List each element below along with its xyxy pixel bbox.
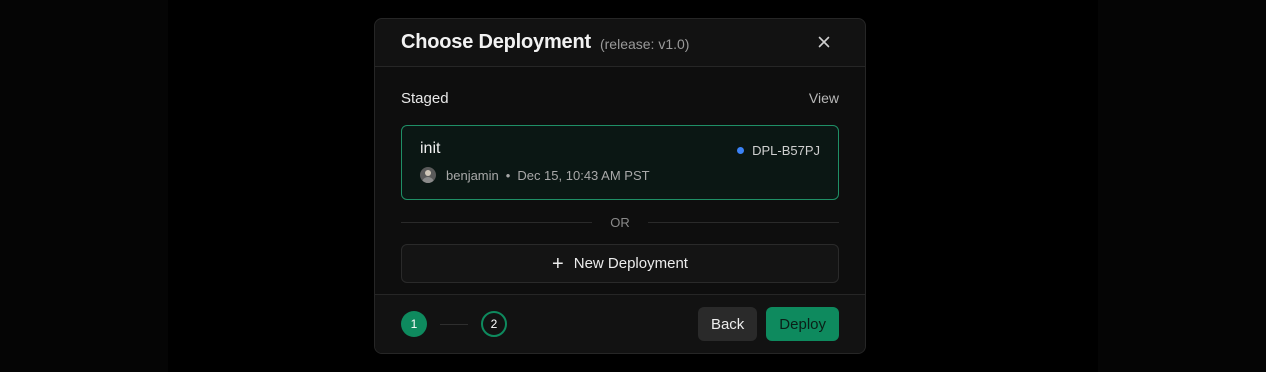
backdrop-left bbox=[0, 0, 168, 372]
deploy-button[interactable]: Deploy bbox=[766, 307, 839, 341]
staged-section-title: Staged bbox=[401, 89, 449, 107]
new-deployment-label: New Deployment bbox=[573, 255, 688, 272]
modal-footer: 1 2 Back Deploy bbox=[375, 294, 865, 353]
deployment-id: DPL-B57PJ bbox=[737, 143, 820, 158]
modal-subtitle: (release: v1.0) bbox=[599, 36, 690, 52]
new-deployment-button[interactable]: + New Deployment bbox=[401, 244, 839, 283]
divider-line-left bbox=[401, 221, 593, 223]
modal-body: Staged View init DPL-B57PJ benjamin • De… bbox=[375, 67, 865, 296]
choose-deployment-modal: Choose Deployment (release: v1.0) Staged… bbox=[374, 18, 866, 354]
backdrop-right bbox=[1098, 0, 1266, 372]
deployment-meta: benjamin • Dec 15, 10:43 AM PST bbox=[420, 167, 820, 183]
staged-section-header: Staged View bbox=[401, 67, 839, 125]
step-2-indicator: 2 bbox=[481, 311, 507, 337]
divider-line-right bbox=[647, 221, 839, 223]
staged-deployment-card[interactable]: init DPL-B57PJ benjamin • Dec 15, 10:43 … bbox=[401, 125, 839, 200]
step-1-indicator: 1 bbox=[401, 311, 427, 337]
or-text: OR bbox=[610, 214, 630, 230]
modal-title: Choose Deployment bbox=[401, 31, 591, 53]
plus-icon: + bbox=[552, 252, 564, 275]
deployment-author: benjamin bbox=[446, 167, 499, 183]
modal-header: Choose Deployment (release: v1.0) bbox=[375, 19, 865, 67]
or-divider: OR bbox=[401, 200, 839, 244]
back-button[interactable]: Back bbox=[697, 307, 758, 341]
avatar bbox=[420, 167, 436, 183]
step-connector bbox=[440, 323, 468, 325]
close-icon bbox=[818, 36, 830, 48]
deployment-id-text: DPL-B57PJ bbox=[752, 143, 820, 158]
meta-separator: • bbox=[505, 167, 511, 183]
deployment-timestamp: Dec 15, 10:43 AM PST bbox=[517, 167, 650, 183]
status-dot bbox=[737, 147, 745, 154]
close-button[interactable] bbox=[815, 33, 833, 51]
view-link[interactable]: View bbox=[809, 90, 839, 106]
